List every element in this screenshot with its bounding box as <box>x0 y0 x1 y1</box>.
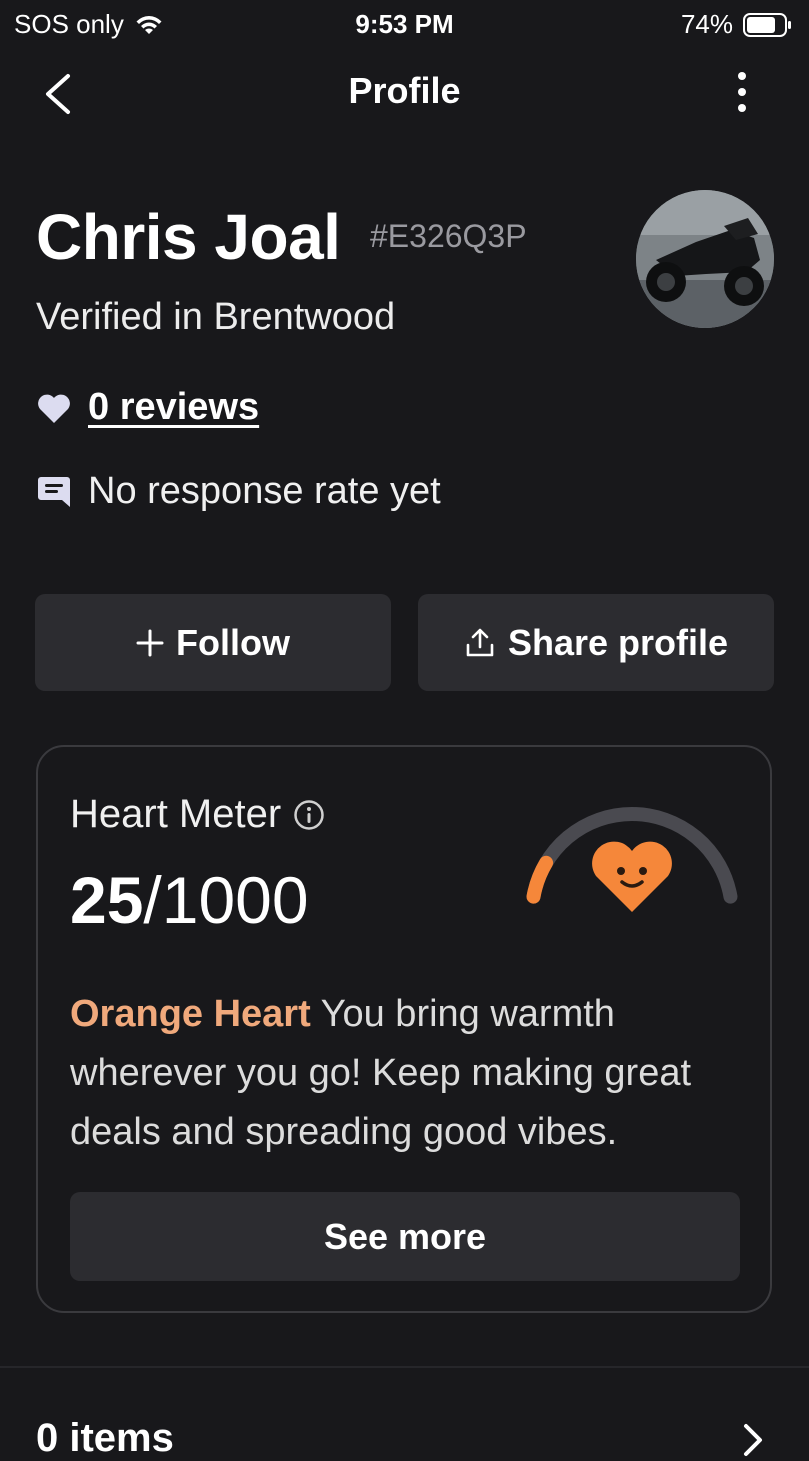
smiling-heart-icon <box>592 841 672 912</box>
profile-code: #E326Q3P <box>370 218 527 254</box>
share-profile-button[interactable]: Share profile <box>418 594 774 691</box>
heart-meter-title: Heart Meter <box>70 792 282 836</box>
items-count: 0 items <box>36 1416 174 1460</box>
section-divider <box>0 1366 809 1368</box>
follow-label: Follow <box>176 621 290 663</box>
follow-button[interactable]: Follow <box>35 594 391 691</box>
heart-level-name: Orange Heart <box>70 993 311 1035</box>
info-icon[interactable] <box>293 799 325 831</box>
more-vertical-icon <box>738 72 746 112</box>
see-more-button[interactable]: See more <box>70 1192 740 1281</box>
chevron-right-icon[interactable] <box>738 1420 768 1460</box>
share-profile-label: Share profile <box>507 621 729 663</box>
more-options-button[interactable] <box>724 70 760 118</box>
verified-location: Verified in Brentwood <box>36 296 396 338</box>
battery-percent: 74% <box>680 9 733 39</box>
heart-icon <box>38 394 70 423</box>
heart-meter-score-value: 25 <box>70 863 144 937</box>
plus-icon <box>136 629 164 656</box>
share-icon <box>466 628 494 656</box>
avatar-motorcycle-image <box>636 190 774 328</box>
response-rate-text: No response rate yet <box>88 470 441 512</box>
battery-icon <box>743 12 791 37</box>
heart-meter-title-row: Heart Meter <box>70 792 325 837</box>
response-rate-row: No response rate yet <box>36 470 441 513</box>
reviews-link[interactable]: 0 reviews <box>88 386 259 429</box>
status-bar: SOS only 9:53 PM 74% <box>0 0 809 46</box>
avatar[interactable] <box>636 190 774 328</box>
heart-meter-score: 25/1000 <box>70 862 309 938</box>
status-right: 74% <box>681 9 793 40</box>
heart-meter-gauge <box>526 807 738 912</box>
heart-meter-description: Orange Heart You bring warmth wherever y… <box>70 985 730 1162</box>
page-title: Profile <box>348 70 461 111</box>
heart-meter-score-max: /1000 <box>143 863 309 937</box>
profile-name: Chris Joal <box>36 201 341 273</box>
message-icon <box>38 476 70 507</box>
reviews-row: 0 reviews <box>36 386 259 429</box>
